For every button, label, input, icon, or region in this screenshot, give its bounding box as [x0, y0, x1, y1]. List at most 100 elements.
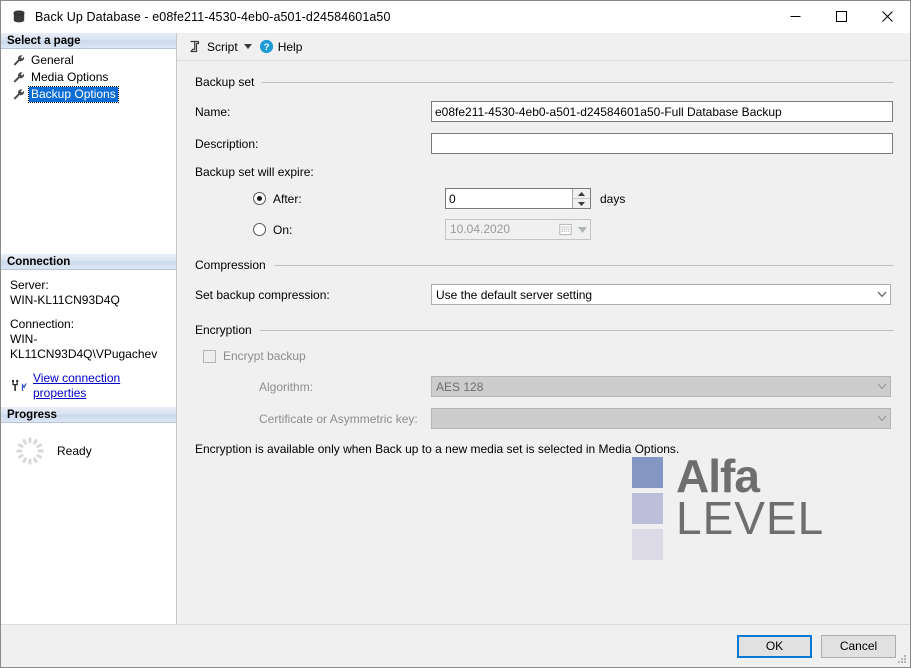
resize-grip[interactable]	[895, 652, 907, 664]
database-icon	[8, 6, 30, 28]
maximize-button[interactable]	[818, 1, 864, 32]
spinner-down-icon[interactable]	[573, 199, 590, 208]
days-label: days	[600, 191, 626, 206]
watermark-square-3	[632, 529, 663, 560]
compression-group-header: Compression	[195, 258, 894, 272]
backup-set-group-title: Backup set	[195, 75, 255, 89]
group-divider	[273, 264, 894, 266]
window-controls	[772, 1, 910, 32]
compression-row: Set backup compression: Use the default …	[195, 284, 894, 305]
name-row: Name:	[195, 101, 894, 122]
description-row: Description:	[195, 133, 894, 154]
spinner-up-icon[interactable]	[573, 189, 590, 199]
watermark-text: Alfa LEVEL	[676, 453, 824, 541]
expire-after-row: After: days	[195, 188, 894, 209]
select-page-header: Select a page	[1, 33, 176, 49]
expire-on-radio[interactable]	[253, 223, 266, 236]
expire-after-radio[interactable]	[253, 192, 266, 205]
nav-spacer	[1, 109, 176, 254]
compression-group-title: Compression	[195, 258, 266, 272]
wrench-icon	[11, 54, 25, 68]
page-nav-list: General Media Options Backup Options	[1, 49, 176, 109]
expire-on-row: On: 10.04.2020	[195, 219, 894, 240]
chevron-down-icon	[873, 291, 890, 298]
wrench-icon	[11, 88, 25, 102]
watermark-square-2	[632, 493, 663, 524]
certificate-row: Certificate or Asymmetric key:	[195, 408, 894, 429]
script-button[interactable]: Script	[184, 36, 241, 57]
encryption-note: Encryption is available only when Back u…	[195, 442, 680, 456]
expire-after-spinner[interactable]	[445, 188, 591, 209]
help-button[interactable]: ? Help	[255, 36, 306, 57]
connection-properties-icon	[10, 378, 28, 394]
watermark-square-1	[632, 457, 663, 488]
encrypt-backup-checkbox	[203, 349, 216, 363]
encryption-group-header: Encryption	[195, 323, 894, 337]
expire-on-label: On:	[273, 222, 293, 237]
script-label: Script	[207, 39, 238, 54]
sidebar-item-backup-options[interactable]: Backup Options	[1, 86, 176, 103]
backup-options-form: Backup set Name: Description: Backup set…	[177, 61, 910, 624]
help-icon: ?	[258, 39, 275, 55]
progress-spacer	[1, 479, 176, 624]
calendar-icon	[557, 223, 574, 236]
title-bar: Back Up Database - e08fe211-4530-4eb0-a5…	[1, 1, 910, 33]
dialog-footer: OK Cancel	[1, 624, 910, 667]
ok-button[interactable]: OK	[737, 634, 812, 658]
backup-set-expire-label: Backup set will expire:	[195, 165, 314, 179]
chevron-down-icon	[873, 415, 890, 422]
group-divider	[259, 329, 894, 331]
close-button[interactable]	[864, 1, 910, 32]
sidebar-item-general[interactable]: General	[1, 52, 176, 69]
certificate-label: Certificate or Asymmetric key:	[259, 411, 418, 426]
date-dropdown-arrow	[574, 226, 590, 233]
help-label: Help	[277, 39, 303, 54]
left-pane: Select a page General Media Options Back…	[1, 33, 177, 624]
connection-info: Server: WIN-KL11CN93D4Q Connection: WIN-…	[1, 270, 176, 407]
server-info: Server: WIN-KL11CN93D4Q	[10, 278, 168, 308]
right-pane: Script ? Help Backup set Name: e08fe211-…	[177, 33, 910, 624]
connection-value: WIN-KL11CN93D4Q\VPugachev	[10, 332, 158, 361]
group-divider	[262, 81, 894, 83]
wrench-icon	[11, 71, 25, 85]
toolbar: Script ? Help	[177, 33, 910, 61]
expire-after-label: After:	[273, 191, 302, 206]
algorithm-value: AES 128	[436, 379, 484, 394]
dialog-body: Select a page General Media Options Back…	[1, 33, 910, 624]
name-label: Name:	[195, 104, 231, 119]
spinner-buttons[interactable]	[572, 189, 590, 208]
encrypt-backup-row: Encrypt backup	[195, 349, 894, 363]
sidebar-item-label: Media Options	[31, 70, 109, 84]
minimize-button[interactable]	[772, 1, 818, 32]
set-backup-compression-label: Set backup compression:	[195, 287, 330, 302]
server-value: WIN-KL11CN93D4Q	[10, 293, 120, 307]
window-title: Back Up Database - e08fe211-4530-4eb0-a5…	[35, 9, 391, 24]
backup-compression-combobox[interactable]: Use the default server setting	[431, 284, 891, 305]
watermark-squares	[632, 457, 663, 565]
alfa-level-watermark: Alfa LEVEL	[632, 453, 824, 565]
script-dropdown-arrow[interactable]	[241, 37, 255, 57]
sidebar-item-label: Backup Options	[28, 86, 119, 103]
algorithm-label: Algorithm:	[259, 379, 314, 394]
expire-after-input[interactable]	[446, 189, 572, 208]
progress-info: Ready	[1, 423, 176, 479]
connection-user-info: Connection: WIN-KL11CN93D4Q\VPugachev	[10, 317, 168, 362]
description-label: Description:	[195, 136, 259, 151]
backup-set-description-input[interactable]	[431, 133, 893, 154]
algorithm-combobox: AES 128	[431, 376, 891, 397]
view-connection-properties-link[interactable]: View connection properties	[33, 371, 168, 401]
connection-label: Connection:	[10, 317, 75, 331]
svg-text:?: ?	[263, 42, 269, 53]
progress-spinner-icon	[15, 436, 45, 466]
watermark-brand-bottom: LEVEL	[676, 492, 825, 544]
expire-label-row: Backup set will expire:	[195, 165, 894, 179]
backup-set-group-header: Backup set	[195, 75, 894, 89]
view-connection-properties-row[interactable]: View connection properties	[10, 371, 168, 401]
encrypt-backup-label: Encrypt backup	[223, 349, 306, 363]
watermark-brand-top: Alfa	[676, 450, 760, 502]
backup-set-name-input[interactable]	[431, 101, 893, 122]
encryption-group-title: Encryption	[195, 323, 252, 337]
certificate-combobox	[431, 408, 891, 429]
cancel-button[interactable]: Cancel	[821, 634, 896, 658]
sidebar-item-media-options[interactable]: Media Options	[1, 69, 176, 86]
